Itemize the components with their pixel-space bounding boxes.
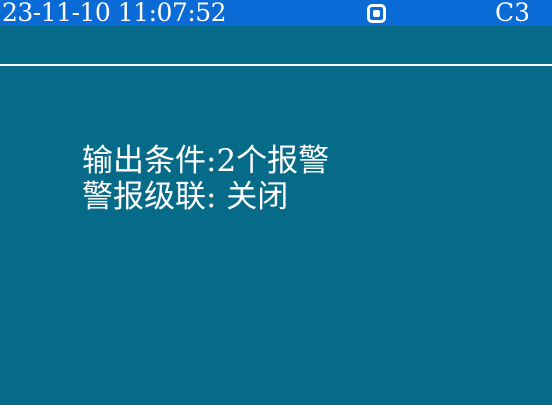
status-datetime: 23-11-10 11:07:52 xyxy=(2,0,227,27)
alarm-cascade-line: 警报级联: 关闭 xyxy=(82,179,289,215)
record-icon xyxy=(367,4,386,23)
device-screen: 23-11-10 11:07:52 C3 输出条件:2个报警 警报级联: 关闭 xyxy=(0,0,552,405)
channel-code: C3 xyxy=(494,0,530,27)
header-band xyxy=(0,26,552,62)
status-bar: 23-11-10 11:07:52 C3 xyxy=(0,0,552,27)
output-condition-line: 输出条件:2个报警 xyxy=(82,143,330,179)
header-divider xyxy=(0,64,552,66)
settings-info: 输出条件:2个报警 警报级联: 关闭 xyxy=(82,143,329,215)
